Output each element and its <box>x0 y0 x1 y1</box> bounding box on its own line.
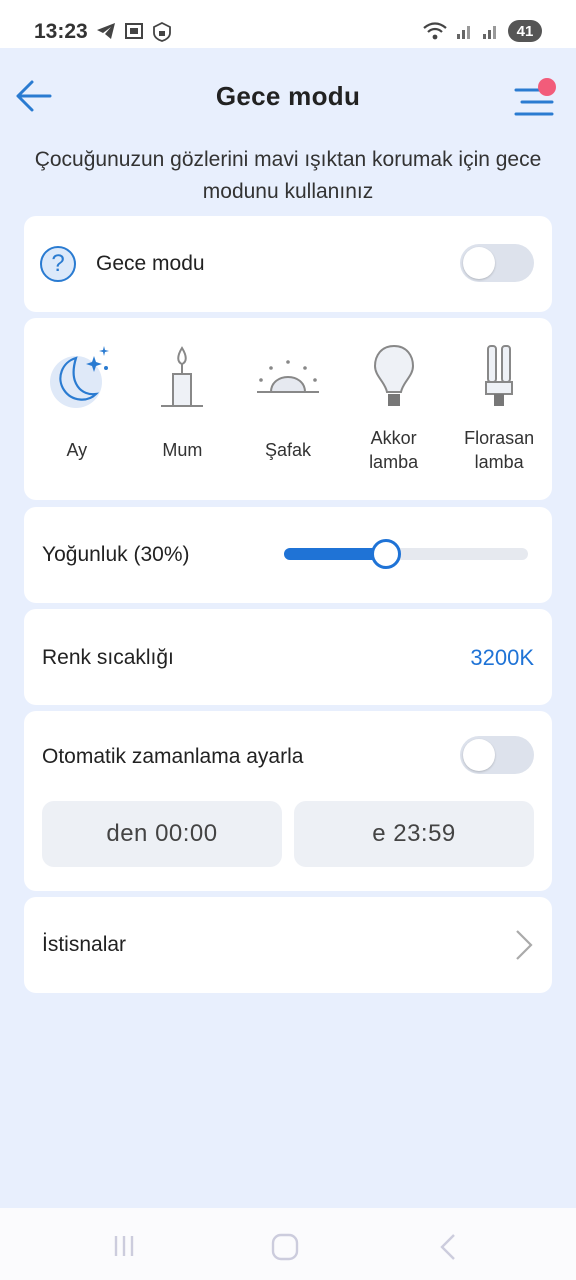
color-temperature-card[interactable]: Renk sıcaklığı 3200K <box>24 609 552 705</box>
system-nav-bar <box>0 1208 576 1280</box>
signal-icon <box>457 26 470 39</box>
schedule-from-time[interactable]: den 00:00 <box>42 801 282 867</box>
mode-label: Akkor lamba <box>369 428 419 472</box>
color-temperature-label: Renk sıcaklığı <box>42 646 174 669</box>
menu-button[interactable] <box>512 78 556 118</box>
page-description: Çocuğunuzun gözlerini mavi ışıktan korum… <box>34 148 542 203</box>
mode-label: Mum <box>162 440 203 460</box>
mode-label: Şafak <box>264 440 311 460</box>
home-icon[interactable] <box>270 1232 300 1262</box>
schedule-label: Otomatik zamanlama ayarla <box>42 745 304 768</box>
chevron-right-icon <box>516 930 533 960</box>
status-time: 13:23 <box>34 20 88 43</box>
night-mode-toggle[interactable] <box>460 244 534 282</box>
candle-icon <box>161 346 204 407</box>
help-icon[interactable]: ? <box>40 246 76 282</box>
mode-ay[interactable]: Ay <box>24 318 130 500</box>
screenshot-icon <box>125 23 143 39</box>
signal-icon-2 <box>483 26 496 39</box>
exceptions-label: İstisnalar <box>42 933 127 956</box>
telegram-icon <box>97 23 115 39</box>
fluorescent-lamp-icon <box>485 345 514 406</box>
page-title: Gece modu <box>215 81 361 111</box>
mode-label: Florasan lamba <box>464 428 535 472</box>
schedule-card: Otomatik zamanlama ayarla den 00:00 e 23… <box>24 711 552 891</box>
color-temperature-value[interactable]: 3200K <box>470 645 534 671</box>
wifi-icon <box>423 22 447 40</box>
back-nav-icon[interactable] <box>436 1232 460 1262</box>
mode-akkor-lamba[interactable]: Akkor lamba <box>341 318 447 500</box>
dawn-icon <box>256 360 319 393</box>
notification-badge <box>538 78 556 96</box>
exceptions-row[interactable]: İstisnalar <box>24 897 552 993</box>
intensity-label: Yoğunluk (30%) <box>42 543 190 566</box>
bulb-icon <box>373 344 414 406</box>
status-right-icons: 41 <box>422 20 542 42</box>
light-modes-card: Ay Mum Şafak Akkor lamba Florasan lamba <box>24 318 552 500</box>
intensity-slider-thumb[interactable] <box>371 539 401 569</box>
intensity-card: Yoğunluk (30%) <box>24 507 552 603</box>
moon-stars-icon <box>49 346 109 408</box>
mode-label: Ay <box>66 440 88 460</box>
recent-apps-icon[interactable] <box>110 1232 138 1260</box>
schedule-toggle[interactable] <box>460 736 534 774</box>
mode-florasan-lamba[interactable]: Florasan lamba <box>446 318 552 500</box>
vpn-lock-icon <box>153 22 171 42</box>
mode-safak[interactable]: Şafak <box>235 318 341 500</box>
schedule-to-time[interactable]: e 23:59 <box>294 801 534 867</box>
night-mode-label: Gece modu <box>96 252 205 275</box>
app-bar: Gece modu <box>0 48 576 144</box>
battery-icon: 41 <box>508 20 542 42</box>
status-bar: 13:23 41 <box>0 0 576 48</box>
status-left-icons <box>96 22 172 42</box>
mode-mum[interactable]: Mum <box>130 318 236 500</box>
night-mode-card: ? Gece modu <box>24 216 552 312</box>
intensity-slider[interactable] <box>284 539 528 569</box>
